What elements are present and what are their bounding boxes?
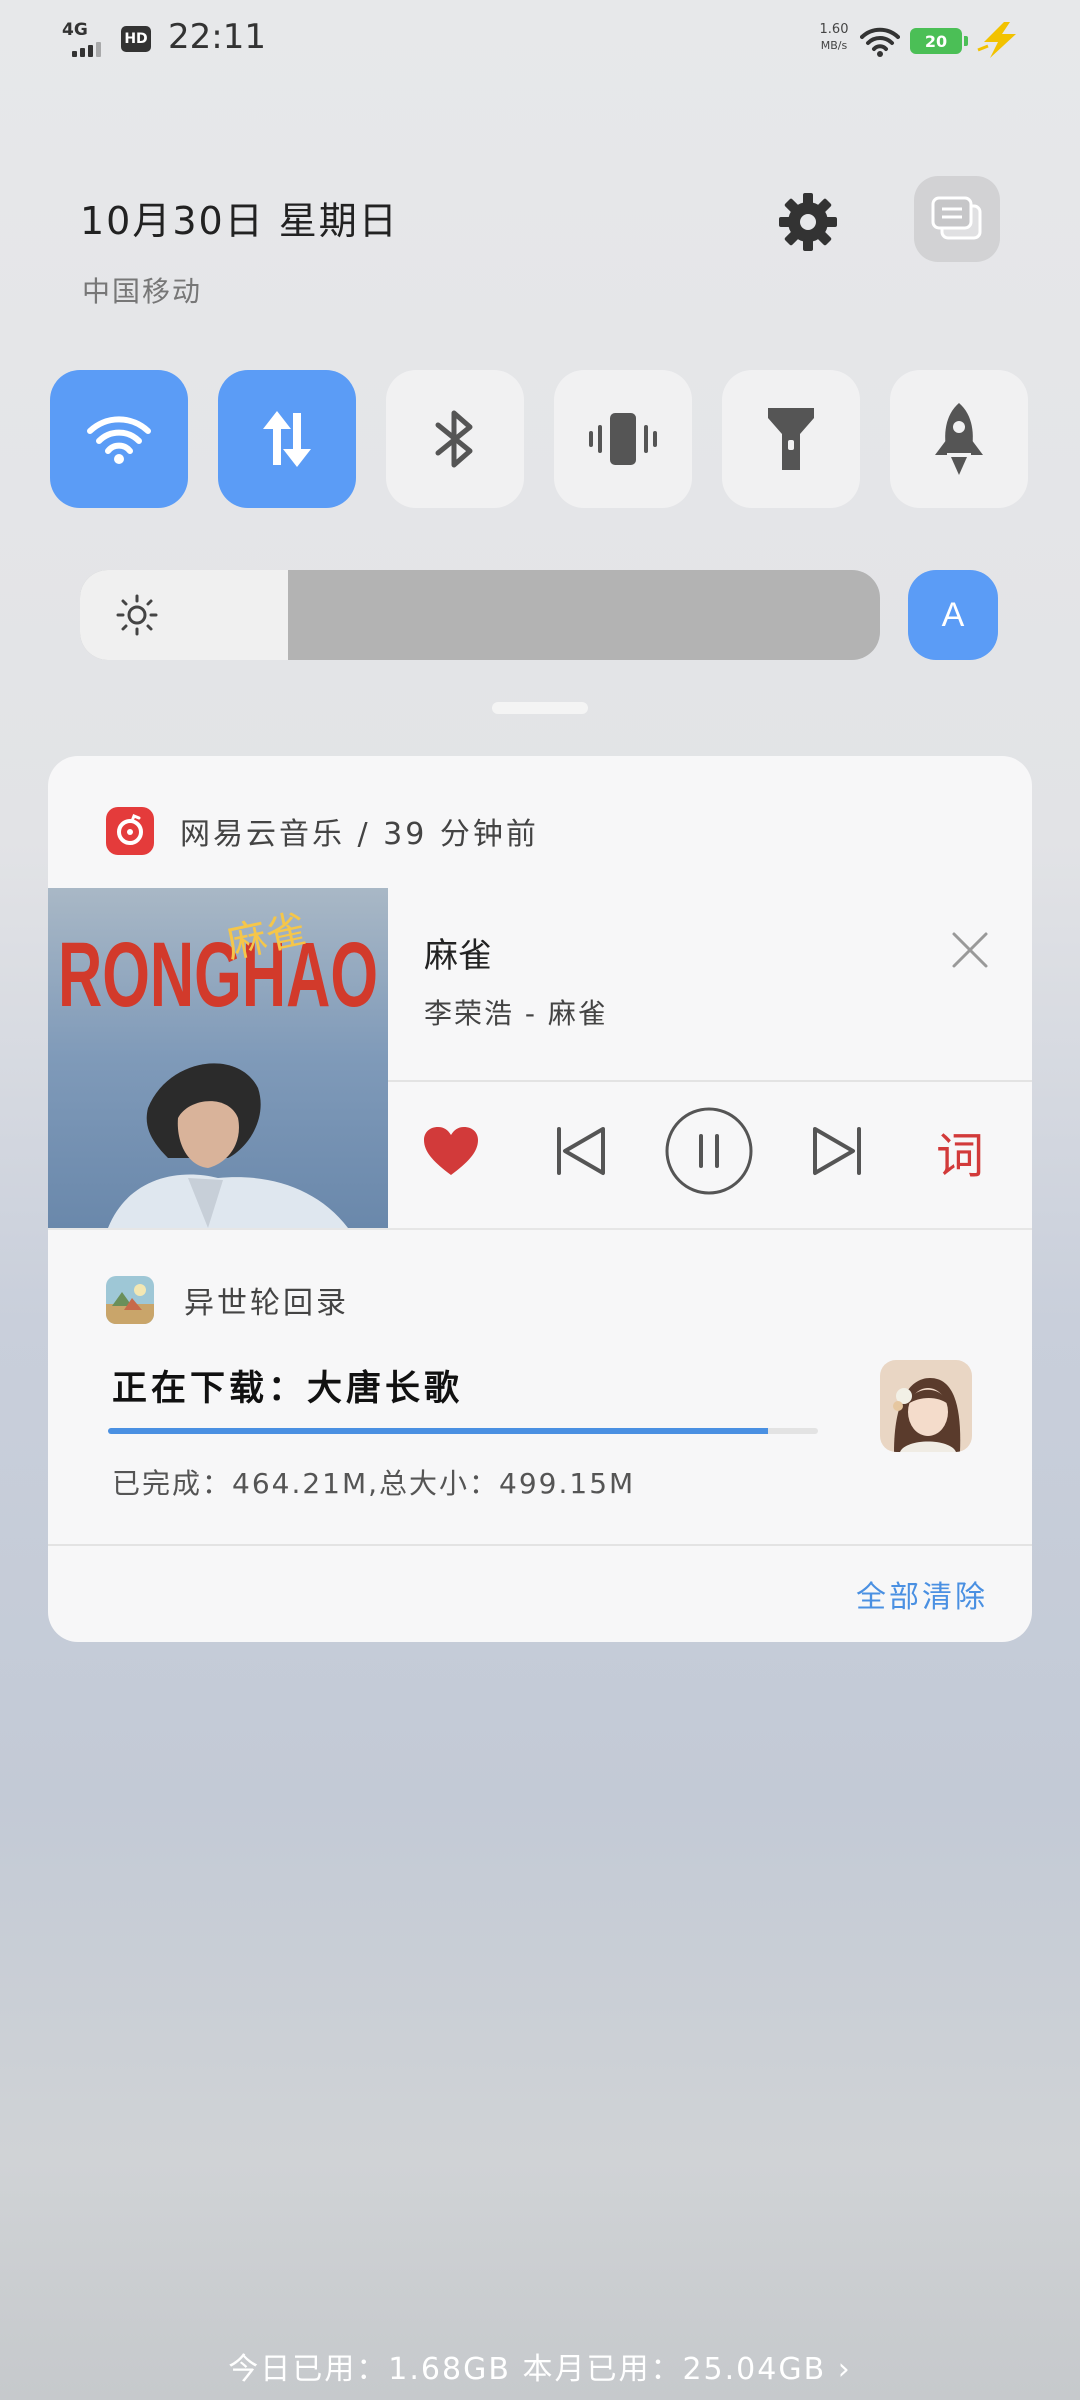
tile-mobile-data[interactable] bbox=[218, 370, 356, 508]
next-icon bbox=[813, 1127, 861, 1175]
close-notification-button[interactable] bbox=[948, 928, 992, 972]
download-thumbnail[interactable] bbox=[880, 1360, 972, 1452]
brightness-icon bbox=[116, 594, 158, 636]
download-detail: 已完成：464.21M,总大小：499.15M bbox=[112, 1467, 636, 1500]
song-title: 麻雀 bbox=[424, 936, 492, 976]
network-speed-value: 1.60 bbox=[819, 22, 849, 37]
download-app-label: 异世轮回录 bbox=[184, 1286, 349, 1321]
rocket-icon bbox=[935, 403, 983, 475]
drag-handle[interactable] bbox=[492, 702, 588, 714]
tile-flashlight[interactable] bbox=[722, 370, 860, 508]
song-artist: 李荣浩 - 麻雀 bbox=[424, 997, 608, 1030]
next-track-button[interactable] bbox=[804, 1118, 870, 1184]
brightness-slider[interactable] bbox=[80, 570, 880, 660]
wifi-icon bbox=[860, 27, 900, 57]
edit-tiles-icon bbox=[931, 196, 982, 240]
download-progress-bar bbox=[108, 1428, 818, 1434]
battery-icon: 20 bbox=[910, 28, 968, 54]
album-text: RONGHAO bbox=[58, 924, 378, 1026]
date-label: 10月30日 星期日 bbox=[80, 199, 399, 243]
network-type-label: 4G bbox=[62, 20, 88, 40]
heart-icon bbox=[424, 1127, 478, 1175]
settings-button[interactable] bbox=[770, 184, 846, 260]
netease-music-icon bbox=[106, 807, 154, 855]
play-pause-button[interactable] bbox=[664, 1106, 754, 1196]
status-bar: 4G HD 22:11 1.60 MB/s 20 bbox=[0, 0, 1080, 80]
tile-bluetooth[interactable] bbox=[386, 370, 524, 508]
brightness-fill bbox=[80, 570, 288, 660]
tile-wifi[interactable] bbox=[50, 370, 188, 508]
section-divider bbox=[48, 1228, 1032, 1230]
album-cover[interactable]: RONGHAO 麻雀 bbox=[48, 888, 388, 1228]
tile-rocket[interactable] bbox=[890, 370, 1028, 508]
download-progress-fill bbox=[108, 1428, 769, 1434]
wifi-icon bbox=[87, 416, 151, 464]
music-notification-header: 网易云音乐 / 39 分钟前 bbox=[106, 806, 539, 856]
charging-icon bbox=[977, 22, 1016, 58]
pause-icon bbox=[665, 1107, 753, 1195]
footer-divider bbox=[48, 1544, 1032, 1546]
notification-card: 网易云音乐 / 39 分钟前 RONGHAO 麻雀 麻雀 李荣浩 - 麻雀 词 … bbox=[48, 756, 1032, 1642]
download-title: 正在下载：大唐长歌 bbox=[112, 1369, 464, 1409]
edit-tiles-button[interactable] bbox=[914, 176, 1000, 262]
tile-vibrate[interactable] bbox=[554, 370, 692, 508]
like-button[interactable] bbox=[420, 1120, 482, 1182]
previous-track-button[interactable] bbox=[548, 1118, 614, 1184]
data-usage-link[interactable]: 今日已用：1.68GB 本月已用：25.04GB › bbox=[0, 2344, 1080, 2388]
network-speed: 1.60 MB/s bbox=[816, 22, 852, 54]
data-arrows-icon bbox=[263, 411, 311, 467]
quick-settings-tiles bbox=[50, 370, 1030, 510]
flashlight-icon bbox=[768, 408, 814, 470]
vibrate-icon bbox=[589, 413, 657, 465]
gear-icon bbox=[779, 193, 837, 251]
carrier-label: 中国移动 bbox=[82, 275, 203, 308]
network-speed-unit: MB/s bbox=[820, 39, 848, 52]
download-notification-header: 异世轮回录 bbox=[106, 1276, 349, 1324]
auto-brightness-button[interactable]: A bbox=[908, 570, 998, 660]
controls-divider bbox=[388, 1080, 1032, 1082]
lyrics-button[interactable]: 词 bbox=[928, 1118, 992, 1184]
bluetooth-icon bbox=[435, 410, 473, 468]
previous-icon bbox=[557, 1127, 605, 1175]
game-app-icon bbox=[106, 1276, 154, 1324]
hd-icon: HD bbox=[121, 26, 151, 52]
signal-icon: 4G bbox=[62, 20, 108, 57]
clock: 22:11 bbox=[168, 17, 266, 57]
music-app-label: 网易云音乐 / 39 分钟前 bbox=[180, 817, 539, 852]
clear-all-button[interactable]: 全部清除 bbox=[856, 1572, 988, 1616]
